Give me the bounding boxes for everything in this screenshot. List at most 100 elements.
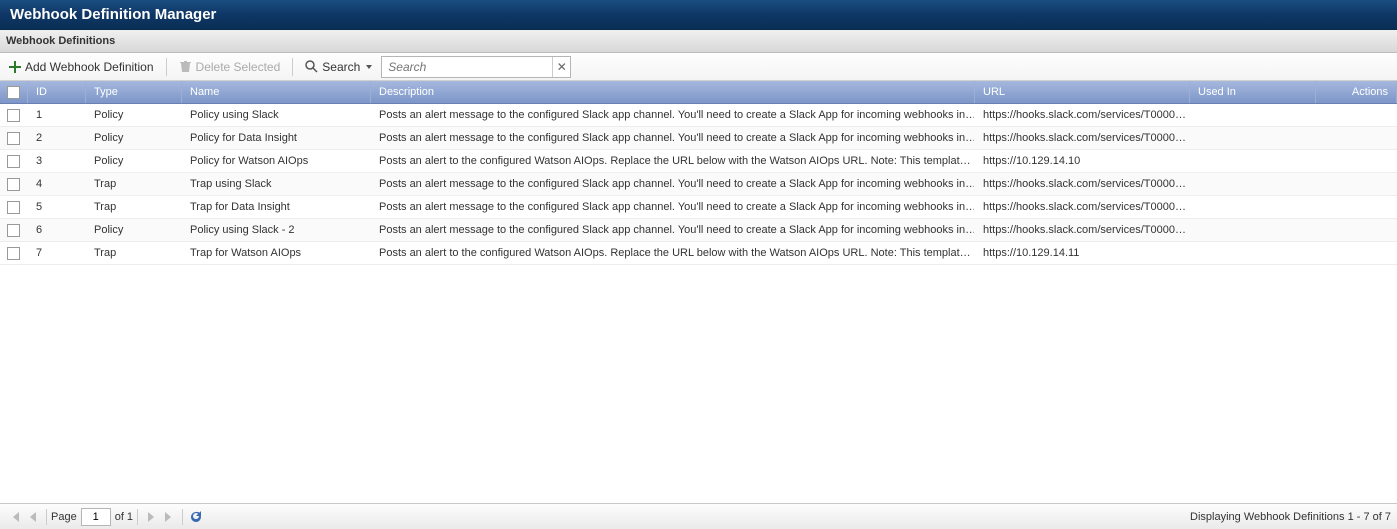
cell-description: Posts an alert message to the configured… [371, 219, 975, 241]
col-header-description-label: Description [379, 86, 434, 98]
search-input[interactable] [382, 57, 552, 77]
row-checkbox[interactable] [0, 242, 28, 264]
cell-id: 3 [28, 150, 86, 172]
table-row[interactable]: 6 Policy Policy using Slack - 2 Posts an… [0, 219, 1397, 242]
cell-actions [1316, 127, 1397, 149]
table-row[interactable]: 1 Policy Policy using Slack Posts an ale… [0, 104, 1397, 127]
row-checkbox[interactable] [0, 196, 28, 218]
close-icon: ✕ [557, 60, 567, 74]
add-webhook-label: Add Webhook Definition [25, 60, 154, 74]
cell-id: 4 [28, 173, 86, 195]
table-row[interactable]: 2 Policy Policy for Data Insight Posts a… [0, 127, 1397, 150]
cell-name: Policy using Slack [182, 104, 371, 126]
webhook-grid: ID Type Name Description URL Used In Act… [0, 81, 1397, 265]
cell-id: 7 [28, 242, 86, 264]
table-row[interactable]: 7 Trap Trap for Watson AIOps Posts an al… [0, 242, 1397, 265]
checkbox-icon [7, 155, 20, 168]
col-header-id[interactable]: ID [28, 81, 86, 103]
paging-separator [137, 509, 138, 525]
cell-actions [1316, 173, 1397, 195]
window-title-bar: Webhook Definition Manager [0, 0, 1397, 30]
display-count-text: Displaying Webhook Definitions 1 - 7 of … [1190, 511, 1391, 523]
cell-type: Policy [86, 104, 182, 126]
col-header-name[interactable]: Name [182, 81, 371, 103]
col-header-used-in[interactable]: Used In [1190, 81, 1316, 103]
refresh-button[interactable] [187, 508, 205, 526]
search-icon [305, 60, 318, 73]
cell-used-in [1190, 104, 1316, 126]
page-of-label: of 1 [115, 511, 133, 523]
cell-type: Trap [86, 196, 182, 218]
select-all-header[interactable] [0, 81, 28, 103]
paging-separator [182, 509, 183, 525]
cell-name: Policy for Watson AIOps [182, 150, 371, 172]
cell-id: 1 [28, 104, 86, 126]
first-page-button[interactable] [6, 508, 24, 526]
table-row[interactable]: 3 Policy Policy for Watson AIOps Posts a… [0, 150, 1397, 173]
search-field-wrap: ✕ [381, 56, 571, 78]
checkbox-icon [7, 224, 20, 237]
grid-body: 1 Policy Policy using Slack Posts an ale… [0, 104, 1397, 265]
cell-url: https://hooks.slack.com/services/T0000… [975, 104, 1190, 126]
cell-name: Trap using Slack [182, 173, 371, 195]
row-checkbox[interactable] [0, 219, 28, 241]
cell-type: Trap [86, 173, 182, 195]
toolbar-separator [166, 58, 167, 76]
search-dropdown-label: Search [322, 60, 360, 74]
add-webhook-button[interactable]: Add Webhook Definition [4, 58, 159, 76]
trash-icon [179, 60, 192, 73]
col-header-type-label: Type [94, 86, 118, 98]
col-header-description[interactable]: Description [371, 81, 975, 103]
cell-used-in [1190, 196, 1316, 218]
cell-name: Trap for Watson AIOps [182, 242, 371, 264]
row-checkbox[interactable] [0, 104, 28, 126]
cell-type: Policy [86, 219, 182, 241]
row-checkbox[interactable] [0, 127, 28, 149]
checkbox-icon [7, 247, 20, 260]
cell-actions [1316, 150, 1397, 172]
chevron-down-icon [366, 65, 372, 69]
col-header-actions-label: Actions [1352, 86, 1388, 98]
paging-toolbar: Page of 1 Displaying Webhook Definitions… [0, 503, 1397, 529]
page-label: Page [51, 511, 77, 523]
paging-separator [46, 509, 47, 525]
cell-url: https://hooks.slack.com/services/T0000… [975, 219, 1190, 241]
col-header-actions[interactable]: Actions [1316, 81, 1397, 103]
cell-type: Trap [86, 242, 182, 264]
col-header-url-label: URL [983, 86, 1005, 98]
cell-type: Policy [86, 127, 182, 149]
col-header-type[interactable]: Type [86, 81, 182, 103]
cell-actions [1316, 242, 1397, 264]
cell-description: Posts an alert message to the configured… [371, 173, 975, 195]
cell-used-in [1190, 242, 1316, 264]
window-title: Webhook Definition Manager [10, 6, 216, 23]
panel-subtitle-text: Webhook Definitions [6, 35, 115, 47]
cell-id: 5 [28, 196, 86, 218]
cell-used-in [1190, 127, 1316, 149]
search-dropdown-button[interactable]: Search [300, 58, 377, 76]
cell-name: Policy for Data Insight [182, 127, 371, 149]
clear-search-button[interactable]: ✕ [552, 57, 570, 77]
page-number-input[interactable] [81, 508, 111, 526]
cell-actions [1316, 219, 1397, 241]
cell-used-in [1190, 219, 1316, 241]
row-checkbox[interactable] [0, 150, 28, 172]
col-header-name-label: Name [190, 86, 219, 98]
table-row[interactable]: 4 Trap Trap using Slack Posts an alert m… [0, 173, 1397, 196]
row-checkbox[interactable] [0, 173, 28, 195]
toolbar-separator [292, 58, 293, 76]
last-page-button[interactable] [160, 508, 178, 526]
col-header-url[interactable]: URL [975, 81, 1190, 103]
cell-used-in [1190, 150, 1316, 172]
cell-actions [1316, 104, 1397, 126]
table-row[interactable]: 5 Trap Trap for Data Insight Posts an al… [0, 196, 1397, 219]
cell-id: 2 [28, 127, 86, 149]
next-page-button[interactable] [142, 508, 160, 526]
cell-url: https://10.129.14.11 [975, 242, 1190, 264]
delete-selected-button[interactable]: Delete Selected [174, 58, 286, 76]
refresh-icon [189, 510, 203, 524]
cell-url: https://hooks.slack.com/services/T0000… [975, 196, 1190, 218]
cell-url: https://hooks.slack.com/services/T0000… [975, 173, 1190, 195]
prev-page-button[interactable] [24, 508, 42, 526]
cell-type: Policy [86, 150, 182, 172]
